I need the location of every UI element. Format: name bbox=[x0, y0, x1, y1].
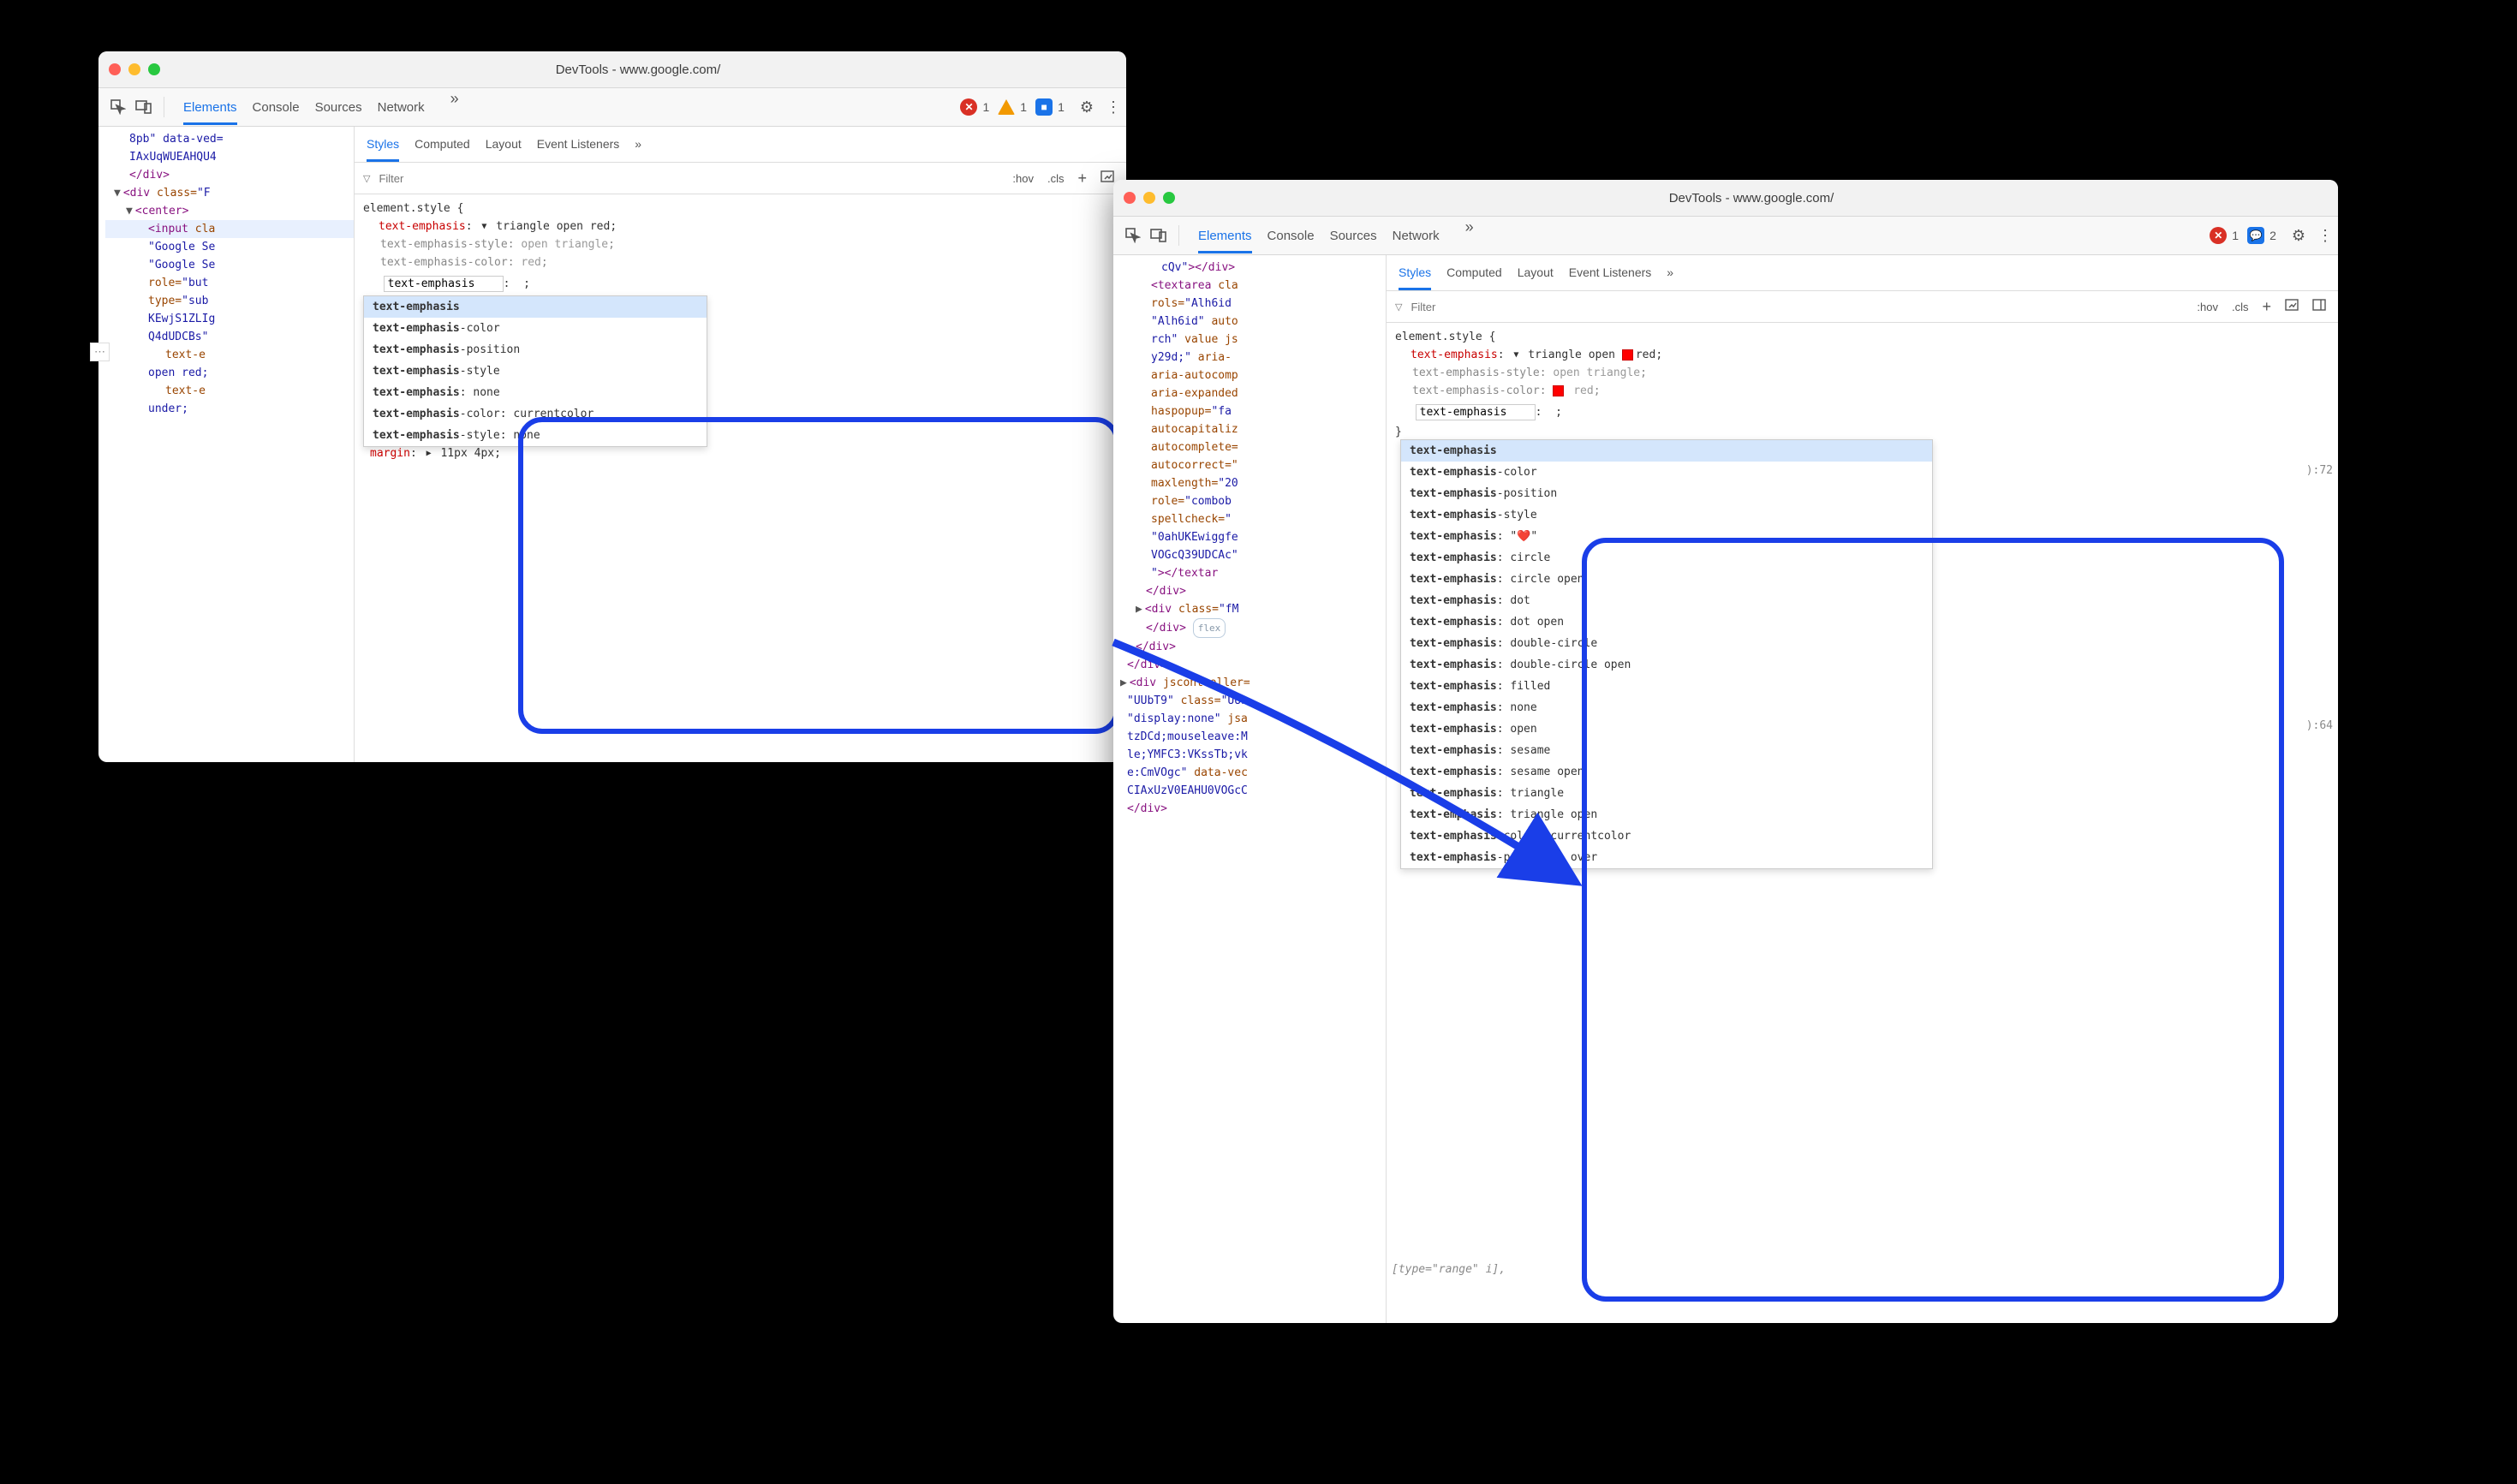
error-count: 1 bbox=[982, 100, 989, 114]
window-title: DevTools - www.google.com/ bbox=[1175, 191, 2328, 206]
issues-count: 1 bbox=[1058, 100, 1065, 114]
maximize-icon[interactable] bbox=[148, 63, 160, 75]
subtab-listeners[interactable]: Event Listeners bbox=[537, 127, 620, 162]
issues-badge-icon[interactable]: ■ bbox=[1035, 98, 1053, 116]
new-rule-icon[interactable]: + bbox=[2258, 296, 2275, 318]
main-toolbar: Elements Console Sources Network » ✕ 1 💬 2… bbox=[1113, 217, 2338, 255]
error-count: 1 bbox=[2232, 229, 2239, 242]
color-swatch-icon[interactable] bbox=[1622, 349, 1633, 361]
hov-toggle[interactable]: :hov bbox=[2193, 296, 2222, 318]
ac-item[interactable]: text-emphasis bbox=[364, 296, 707, 318]
inspect-icon[interactable] bbox=[1124, 226, 1142, 245]
subtab-layout[interactable]: Layout bbox=[1518, 255, 1554, 290]
inspect-icon[interactable] bbox=[109, 98, 128, 116]
titlebar: DevTools - www.google.com/ bbox=[98, 51, 1126, 88]
line-ref[interactable]: ):72 bbox=[2306, 462, 2333, 480]
error-badge-icon[interactable]: ✕ bbox=[960, 98, 977, 116]
filter-icon bbox=[363, 169, 370, 188]
subtab-listeners[interactable]: Event Listeners bbox=[1569, 255, 1652, 290]
color-swatch-icon[interactable] bbox=[1553, 385, 1564, 396]
cls-toggle[interactable]: .cls bbox=[1044, 168, 1068, 189]
computed-pane-icon[interactable] bbox=[2281, 296, 2302, 318]
autocomplete-popup: text-emphasis text-emphasis-color text-e… bbox=[363, 295, 707, 447]
maximize-icon[interactable] bbox=[1163, 192, 1175, 204]
kebab-menu-icon[interactable]: ⋮ bbox=[1106, 98, 1119, 116]
subtab-more-icon[interactable]: » bbox=[1667, 255, 1673, 290]
ac-item[interactable]: text-emphasis-color bbox=[364, 318, 707, 339]
subtab-styles[interactable]: Styles bbox=[1399, 255, 1431, 290]
tab-console[interactable]: Console bbox=[253, 90, 300, 125]
close-icon[interactable] bbox=[109, 63, 121, 75]
panel-tabs: Elements Console Sources Network » bbox=[1198, 218, 1474, 253]
subtab-styles[interactable]: Styles bbox=[367, 127, 399, 162]
ac-item[interactable]: text-emphasis: dot bbox=[1401, 590, 1932, 611]
settings-gear-icon[interactable]: ⚙ bbox=[1080, 98, 1094, 116]
kebab-menu-icon[interactable]: ⋮ bbox=[2317, 227, 2331, 245]
filter-input[interactable] bbox=[377, 171, 1002, 186]
messages-badge-icon[interactable]: 💬 bbox=[2247, 227, 2264, 244]
more-tabs-icon[interactable]: » bbox=[1465, 218, 1474, 253]
property-input[interactable] bbox=[1416, 404, 1536, 420]
settings-gear-icon[interactable]: ⚙ bbox=[2292, 227, 2305, 245]
ac-item[interactable]: text-emphasis: circle bbox=[1401, 547, 1932, 569]
error-badge-icon[interactable]: ✕ bbox=[2210, 227, 2227, 244]
sidebar-toggle-icon[interactable] bbox=[2309, 296, 2329, 318]
hov-toggle[interactable]: :hov bbox=[1009, 168, 1037, 189]
overflow-tooltip: ⋯ bbox=[90, 343, 110, 361]
close-icon[interactable] bbox=[1124, 192, 1136, 204]
property-input[interactable] bbox=[384, 276, 504, 292]
arrow-annotation-icon bbox=[1105, 625, 1619, 925]
subtab-computed[interactable]: Computed bbox=[1446, 255, 1502, 290]
dom-tree[interactable]: 8pb" data-ved= IAxUqWUEAHQU4 </div> ▼<di… bbox=[98, 127, 355, 762]
rule-note: [type="range" i], bbox=[1392, 1261, 1506, 1278]
ac-item[interactable]: text-emphasis: "❤️" bbox=[1401, 526, 1932, 547]
subtab-computed[interactable]: Computed bbox=[415, 127, 470, 162]
titlebar: DevTools - www.google.com/ bbox=[1113, 180, 2338, 217]
minimize-icon[interactable] bbox=[128, 63, 140, 75]
main-toolbar: Elements Console Sources Network » ✕1 1 … bbox=[98, 88, 1126, 127]
tab-console[interactable]: Console bbox=[1267, 218, 1315, 253]
line-ref[interactable]: ):64 bbox=[2306, 717, 2333, 735]
ac-item[interactable]: text-emphasis: none bbox=[364, 382, 707, 403]
device-toggle-icon[interactable] bbox=[134, 98, 153, 116]
devtools-window-1: DevTools - www.google.com/ Elements Cons… bbox=[98, 51, 1126, 762]
ac-item[interactable]: text-emphasis-color: currentcolor bbox=[364, 403, 707, 425]
filter-icon bbox=[1395, 297, 1402, 317]
cls-toggle[interactable]: .cls bbox=[2228, 296, 2252, 318]
tab-elements[interactable]: Elements bbox=[1198, 218, 1252, 253]
ac-item[interactable]: text-emphasis bbox=[1401, 440, 1932, 462]
subtab-layout[interactable]: Layout bbox=[486, 127, 522, 162]
window-title: DevTools - www.google.com/ bbox=[160, 63, 1116, 77]
tab-sources[interactable]: Sources bbox=[315, 90, 362, 125]
ac-item[interactable]: text-emphasis-style bbox=[1401, 504, 1932, 526]
tab-network[interactable]: Network bbox=[378, 90, 425, 125]
warning-count: 1 bbox=[1020, 100, 1027, 114]
new-rule-icon[interactable]: + bbox=[1074, 168, 1090, 189]
device-toggle-icon[interactable] bbox=[1149, 226, 1168, 245]
styles-pane: Styles Computed Layout Event Listeners »… bbox=[355, 127, 1126, 762]
minimize-icon[interactable] bbox=[1143, 192, 1155, 204]
more-tabs-icon[interactable]: » bbox=[450, 90, 459, 125]
ac-item[interactable]: text-emphasis-color bbox=[1401, 462, 1932, 483]
messages-count: 2 bbox=[2269, 229, 2276, 242]
subtab-more-icon[interactable]: » bbox=[635, 127, 641, 162]
panel-tabs: Elements Console Sources Network » bbox=[183, 90, 459, 125]
ac-item[interactable]: text-emphasis-style bbox=[364, 361, 707, 382]
tab-elements[interactable]: Elements bbox=[183, 90, 237, 125]
ac-item[interactable]: text-emphasis: circle open bbox=[1401, 569, 1932, 590]
filter-input[interactable] bbox=[1409, 300, 2186, 314]
warning-badge-icon[interactable] bbox=[998, 99, 1015, 115]
tab-sources[interactable]: Sources bbox=[1330, 218, 1377, 253]
ac-item[interactable]: text-emphasis-style: none bbox=[364, 425, 707, 446]
ac-item[interactable]: text-emphasis-position bbox=[1401, 483, 1932, 504]
tab-network[interactable]: Network bbox=[1393, 218, 1440, 253]
ac-item[interactable]: text-emphasis-position bbox=[364, 339, 707, 361]
css-rules[interactable]: element.style { text-emphasis: ▼ triangl… bbox=[355, 194, 1126, 318]
